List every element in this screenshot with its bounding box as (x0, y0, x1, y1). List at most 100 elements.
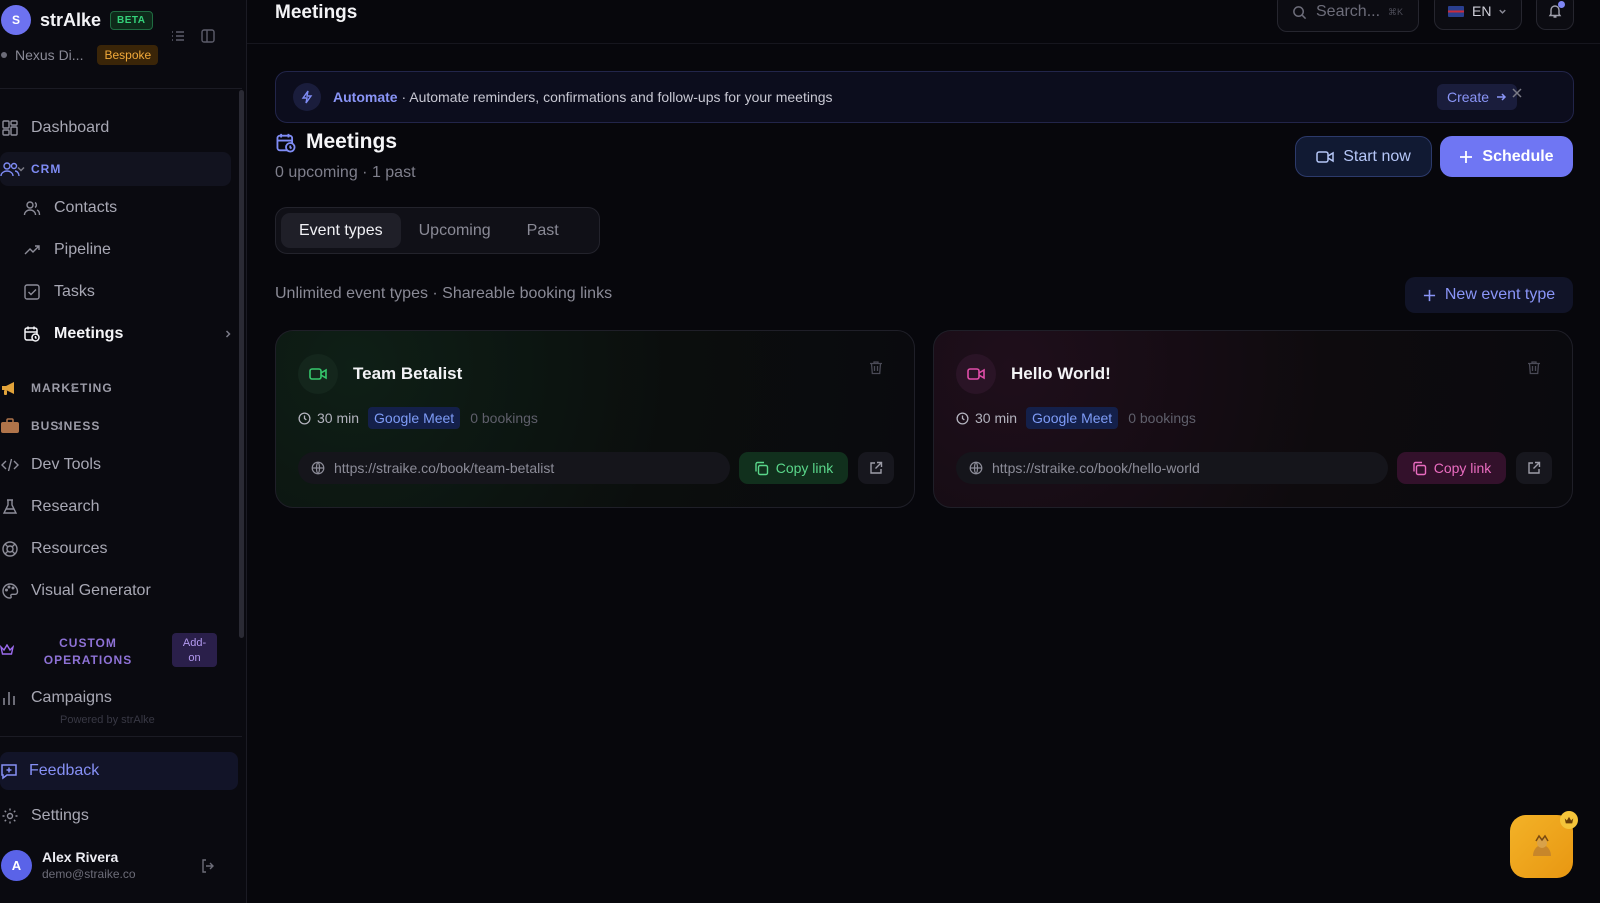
checkbox-icon (22, 282, 42, 302)
chevron-right-icon (54, 420, 66, 432)
sidebar-item-tasks[interactable]: Tasks (22, 274, 95, 310)
sidebar-item-label: Tasks (54, 283, 95, 300)
sidebar-item-resources[interactable]: Resources (0, 531, 107, 567)
duration: 30 min (317, 410, 360, 426)
flask-icon (0, 497, 20, 517)
sidebar-item-label: Dev Tools (31, 456, 101, 473)
sidebar-item-meetings[interactable]: Meetings (22, 316, 231, 352)
user-profile[interactable]: A Alex Rivera demo@straike.co (0, 849, 136, 881)
tab-event-types[interactable]: Event types (281, 213, 401, 248)
user-email: demo@straike.co (42, 867, 136, 881)
create-automation-button[interactable]: Create (1437, 84, 1518, 110)
lightning-icon (293, 83, 321, 111)
sidebar-item-label: Contacts (54, 199, 118, 216)
copy-icon (754, 461, 769, 476)
sidebar-item-label: Dashboard (31, 119, 110, 136)
sidebar-section-crm[interactable]: CRM (0, 152, 61, 186)
sidebar-item-campaigns[interactable]: Campaigns (0, 680, 112, 716)
uk-flag-icon (1448, 5, 1464, 17)
chevron-right-icon (67, 382, 79, 394)
language-selector[interactable]: EN (1434, 0, 1522, 30)
banner-label[interactable]: Automate (333, 89, 398, 105)
sidebar-item-label: Feedback (29, 762, 100, 779)
booking-url: https://straike.co/book/team-betalist (334, 460, 555, 476)
event-type-card[interactable]: Team Betalist 30 min Google Meet 0 booki… (275, 330, 915, 508)
notifications-button[interactable] (1536, 0, 1574, 30)
tab-past[interactable]: Past (509, 213, 577, 248)
sidebar-item-visual-generator[interactable]: Visual Generator (0, 573, 151, 609)
sidebar-item-settings[interactable]: Settings (0, 798, 89, 834)
event-types-description: Unlimited event types · Shareable bookin… (275, 285, 613, 302)
close-icon[interactable] (1511, 87, 1523, 99)
logout-icon[interactable] (200, 858, 216, 874)
palette-icon (0, 581, 20, 601)
search-icon (1292, 5, 1307, 20)
copy-icon (1412, 461, 1427, 476)
trend-icon (22, 240, 42, 260)
platform-badge: Google Meet (1026, 407, 1119, 429)
platform-badge: Google Meet (368, 407, 461, 429)
video-icon (956, 354, 996, 394)
copy-link-button[interactable]: Copy link (739, 452, 848, 484)
sidebar-section-business[interactable]: BUSINESS (0, 409, 100, 443)
start-now-button[interactable]: Start now (1295, 136, 1432, 177)
bookings-count: 0 bookings (1128, 410, 1196, 426)
sidebar-section-marketing[interactable]: MARKETING (0, 371, 113, 405)
external-link-icon (1527, 461, 1541, 475)
sidebar-item-feedback[interactable]: Feedback (0, 752, 238, 790)
sidebar-section-label: CRM (31, 162, 62, 176)
sidebar-item-pipeline[interactable]: Pipeline (22, 232, 111, 268)
video-icon (298, 354, 338, 394)
workspace-dot (1, 52, 7, 58)
bespoke-badge: Bespoke (97, 45, 159, 65)
sidebar-item-contacts[interactable]: Contacts (22, 190, 117, 226)
sidebar-item-dev-tools[interactable]: Dev Tools (0, 447, 101, 483)
new-event-type-button[interactable]: New event type (1405, 277, 1573, 313)
sidebar-item-label: Meetings (54, 325, 124, 342)
sidebar-tools (170, 28, 216, 44)
booking-link-field[interactable]: https://straike.co/book/hello-world (956, 452, 1388, 484)
booking-link-field[interactable]: https://straike.co/book/team-betalist (298, 452, 730, 484)
create-label: Create (1447, 89, 1490, 105)
automate-banner: Automate · Automate reminders, confirmat… (275, 71, 1574, 123)
sidebar-item-label: Research (31, 498, 100, 515)
start-now-label: Start now (1343, 147, 1411, 165)
tab-upcoming[interactable]: Upcoming (401, 213, 509, 248)
code-icon (0, 455, 20, 475)
globe-icon (311, 461, 325, 475)
divider (0, 88, 242, 89)
sidebar-section-custom-operations[interactable]: CUSTOM OPERATIONS Add-on (0, 632, 220, 672)
open-link-button[interactable] (858, 452, 894, 484)
list-icon[interactable] (170, 28, 186, 44)
feedback-icon (0, 762, 18, 780)
trash-icon[interactable] (1527, 360, 1541, 375)
top-bar: Meetings Search... ⌘K EN (247, 0, 1600, 44)
brand-avatar: S (1, 5, 31, 35)
plus-icon (1459, 150, 1473, 164)
page-heading: Meetings (306, 130, 398, 153)
search-input[interactable]: Search... ⌘K (1277, 0, 1419, 32)
workspace-switcher[interactable]: Nexus Di... Bespoke (0, 45, 159, 65)
event-type-card[interactable]: Hello World! 30 min Google Meet 0 bookin… (933, 330, 1573, 508)
sidebar-scrollbar[interactable] (239, 90, 244, 638)
assistant-mascot-icon (1527, 834, 1557, 860)
brand[interactable]: S strAlke BETA (0, 5, 153, 35)
schedule-label: Schedule (1482, 147, 1554, 165)
dashboard-icon (0, 118, 20, 138)
sidebar-item-dashboard[interactable]: Dashboard (0, 110, 109, 146)
collapse-sidebar-icon[interactable] (200, 28, 216, 44)
page-title: Meetings (275, 2, 358, 23)
search-shortcut: ⌘K (1388, 6, 1404, 17)
open-link-button[interactable] (1516, 452, 1552, 484)
sidebar-item-label: Campaigns (31, 689, 112, 706)
user-name: Alex Rivera (42, 849, 119, 865)
calendar-clock-icon (22, 324, 42, 344)
meeting-tabs: Event types Upcoming Past (275, 207, 600, 254)
trash-icon[interactable] (869, 360, 883, 375)
globe-icon (969, 461, 983, 475)
schedule-button[interactable]: Schedule (1440, 136, 1573, 177)
sidebar-item-label: Pipeline (54, 241, 111, 258)
copy-link-button[interactable]: Copy link (1397, 452, 1506, 484)
sidebar-item-research[interactable]: Research (0, 489, 99, 525)
sidebar-item-label: Settings (31, 807, 89, 824)
